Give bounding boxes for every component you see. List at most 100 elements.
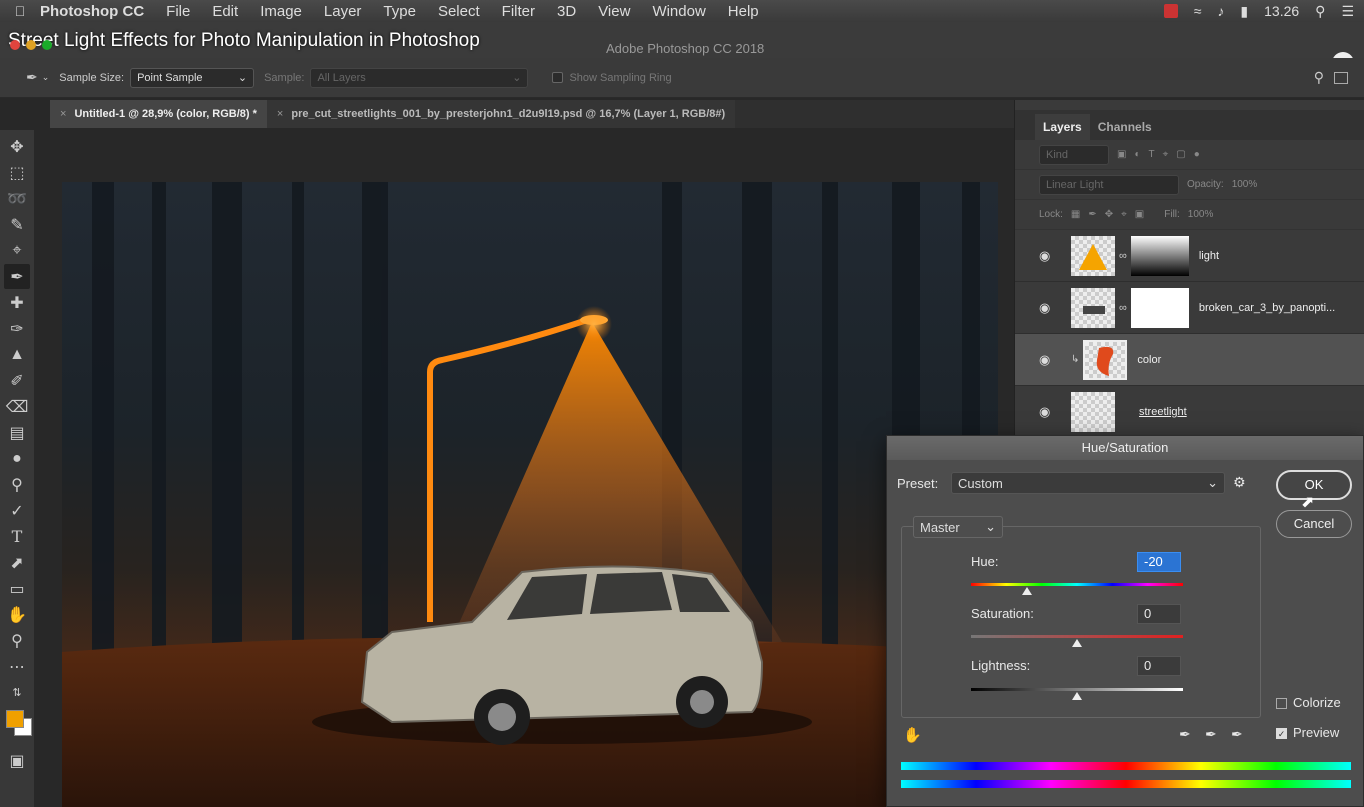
layer-color[interactable]: ◉ ↳ color (1015, 334, 1364, 386)
lock-pixels-icon[interactable]: ✒ (1088, 209, 1096, 220)
menu-3d[interactable]: 3D (557, 3, 576, 20)
battery-icon[interactable]: ▮ (1240, 3, 1248, 20)
lasso-tool-icon[interactable]: ➿ (4, 186, 30, 211)
opacity-value[interactable]: 100% (1232, 179, 1258, 190)
path-selection-tool-icon[interactable]: ⬈ (4, 550, 30, 575)
healing-brush-tool-icon[interactable]: ✚ (4, 290, 30, 315)
filter-smart-icon[interactable]: ▢ (1176, 149, 1185, 160)
search-icon[interactable]: ⚲ (1315, 3, 1325, 20)
minimize-window-button[interactable] (26, 40, 36, 50)
menu-help[interactable]: Help (728, 3, 759, 20)
tab-channels[interactable]: Channels (1090, 114, 1160, 140)
layer-streetlight[interactable]: ◉ streetlight (1015, 386, 1364, 438)
saturation-slider-handle[interactable] (1072, 639, 1082, 647)
link-icon[interactable]: ∞ (1119, 302, 1127, 314)
eyedropper-tool-icon[interactable]: ✒ (4, 264, 30, 289)
app-menu[interactable]: Photoshop CC (40, 3, 144, 20)
clone-stamp-tool-icon[interactable]: ▲ (4, 342, 30, 367)
hand-tool-icon[interactable]: ✋ (4, 602, 30, 627)
record-icon[interactable] (1163, 4, 1178, 18)
menu-filter[interactable]: Filter (502, 3, 535, 20)
menu-layer[interactable]: Layer (324, 3, 362, 20)
hue-slider-handle[interactable] (1022, 587, 1032, 595)
preview-checkbox[interactable]: ✓ (1276, 728, 1287, 739)
lightness-slider[interactable] (971, 688, 1183, 691)
saturation-slider[interactable] (971, 635, 1183, 638)
gear-icon[interactable]: ⚙ (1233, 474, 1246, 491)
lock-transparent-icon[interactable]: ▦ (1071, 209, 1080, 220)
swap-colors-icon[interactable]: ⇅ (4, 680, 30, 705)
lock-all-icon[interactable]: ▣ (1135, 209, 1144, 220)
filter-adjustment-icon[interactable]: ◐ (1134, 149, 1140, 160)
filter-toggle-icon[interactable]: ● (1194, 149, 1200, 160)
dodge-tool-icon[interactable]: ⚲ (4, 472, 30, 497)
type-tool-icon[interactable]: T (4, 524, 30, 549)
targeted-adjustment-icon[interactable]: ✋ (903, 726, 922, 744)
menu-image[interactable]: Image (260, 3, 302, 20)
close-icon[interactable]: × (277, 108, 283, 120)
layer-name[interactable]: broken_car_3_by_panopti... (1199, 302, 1335, 314)
menu-view[interactable]: View (598, 3, 630, 20)
lightness-input[interactable]: 0 (1137, 656, 1181, 676)
menu-select[interactable]: Select (438, 3, 480, 20)
eyedropper-icon[interactable]: ✒ (26, 69, 38, 86)
show-sampling-ring-checkbox[interactable] (552, 72, 564, 83)
document-canvas[interactable] (62, 182, 998, 807)
canvas-area[interactable] (34, 128, 1014, 807)
filter-pixel-icon[interactable]: ▣ (1117, 149, 1126, 160)
hue-input[interactable]: -20 (1137, 552, 1181, 572)
eyedropper-subtract-icon[interactable]: ✒ (1231, 726, 1243, 743)
foreground-color-swatch[interactable] (6, 710, 24, 728)
visibility-eye-icon[interactable]: ◉ (1039, 352, 1065, 368)
close-icon[interactable]: × (60, 108, 66, 120)
filter-type-icon[interactable]: T (1149, 149, 1155, 160)
wifi-icon[interactable]: ≈ (1194, 3, 1202, 19)
lightness-slider-handle[interactable] (1072, 692, 1082, 700)
menu-list-icon[interactable]: ☰ (1341, 3, 1354, 20)
shape-tool-icon[interactable]: ▭ (4, 576, 30, 601)
quick-mask-icon[interactable]: ▣ (4, 748, 30, 773)
clock-time[interactable]: 13.26 (1264, 3, 1299, 19)
search-icon[interactable]: ⚲ (1314, 69, 1324, 86)
sample-size-select[interactable]: Point Sample ⌄ (130, 67, 255, 88)
menu-file[interactable]: File (166, 3, 190, 20)
layer-name[interactable]: streetlight (1139, 406, 1187, 418)
layer-mask-thumbnail[interactable] (1130, 287, 1189, 328)
visibility-eye-icon[interactable]: ◉ (1039, 248, 1065, 264)
layer-name[interactable]: light (1199, 250, 1219, 262)
eraser-tool-icon[interactable]: ⌫ (4, 394, 30, 419)
layer-light[interactable]: ◉ ∞ light (1015, 230, 1364, 282)
visibility-eye-icon[interactable]: ◉ (1039, 300, 1065, 316)
tab-layers[interactable]: Layers (1035, 114, 1090, 140)
blur-tool-icon[interactable]: ● (4, 446, 30, 471)
sample-select[interactable]: All Layers ⌄ (310, 67, 529, 88)
eyedropper-icon[interactable]: ✒ (1179, 726, 1191, 743)
history-brush-tool-icon[interactable]: ✐ (4, 368, 30, 393)
brush-tool-icon[interactable]: ✑ (4, 316, 30, 341)
tab-streetlights-psd[interactable]: × pre_cut_streetlights_001_by_presterjoh… (266, 100, 736, 128)
layer-mask-thumbnail[interactable] (1130, 235, 1189, 276)
gradient-tool-icon[interactable]: ▤ (4, 420, 30, 445)
fill-value[interactable]: 100% (1188, 209, 1214, 220)
marquee-tool-icon[interactable]: ⬚ (4, 160, 30, 185)
lock-artboard-icon[interactable]: ⌖ (1121, 209, 1127, 220)
chevron-down-icon[interactable]: ⌄ (42, 72, 50, 83)
link-icon[interactable]: ∞ (1119, 250, 1127, 262)
channel-select[interactable]: Master ⌄ (913, 516, 1003, 538)
menu-type[interactable]: Type (383, 3, 416, 20)
tab-untitled-1[interactable]: × Untitled-1 @ 28,9% (color, RGB/8) * (50, 100, 267, 128)
preset-select[interactable]: Custom ⌄ (951, 472, 1225, 494)
filter-shape-icon[interactable]: ⌖ (1163, 149, 1169, 160)
workspace-icon[interactable] (1334, 71, 1348, 84)
quick-select-tool-icon[interactable]: ✎ (4, 212, 30, 237)
colorize-checkbox[interactable] (1276, 698, 1287, 709)
layer-broken-car[interactable]: ◉ ∞ broken_car_3_by_panopti... (1015, 282, 1364, 334)
visibility-eye-icon[interactable]: ◉ (1039, 404, 1065, 420)
lock-position-icon[interactable]: ✥ (1105, 209, 1113, 220)
cancel-button[interactable]: Cancel (1276, 510, 1352, 538)
hue-slider[interactable] (971, 583, 1183, 586)
layer-name[interactable]: color (1137, 354, 1161, 366)
crop-tool-icon[interactable]: ⌖ (4, 238, 30, 263)
more-tools-icon[interactable]: ⋯ (4, 654, 30, 679)
close-window-button[interactable] (10, 40, 20, 50)
